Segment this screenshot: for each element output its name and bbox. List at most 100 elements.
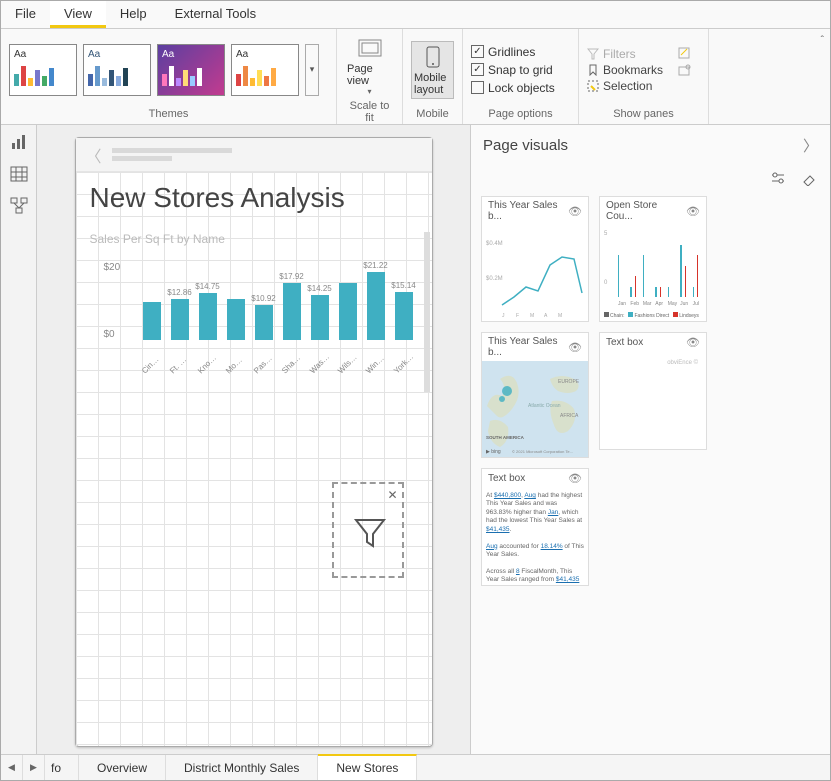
ribbon-group-show-panes-label: Show panes bbox=[587, 106, 700, 120]
tab-new-stores[interactable]: New Stores bbox=[318, 754, 417, 780]
gridlines-checkbox[interactable]: ✓Gridlines bbox=[471, 44, 535, 60]
theme-thumb-2[interactable]: Aa bbox=[83, 44, 151, 96]
y-axis-label-bottom: $0 bbox=[104, 329, 115, 340]
performance-icon[interactable] bbox=[677, 64, 691, 78]
svg-text:F: F bbox=[516, 313, 519, 319]
theme-thumb-1[interactable]: Aa bbox=[9, 44, 77, 96]
svg-text:EUROPE: EUROPE bbox=[558, 379, 580, 385]
ribbon-group-mobile-label: Mobile bbox=[411, 106, 454, 120]
chart-subtitle: Sales Per Sq Ft by Name bbox=[90, 232, 418, 246]
visibility-icon[interactable]: 👁 bbox=[568, 205, 582, 218]
filter-visual-placeholder[interactable]: ✕ bbox=[332, 482, 404, 578]
menu-file[interactable]: File bbox=[1, 1, 50, 28]
tab-partial[interactable]: fo bbox=[45, 755, 79, 780]
ribbon-group-scale-label: Scale to fit bbox=[345, 98, 394, 124]
visibility-icon[interactable]: 👁 bbox=[686, 205, 700, 218]
visibility-icon[interactable]: 👁 bbox=[686, 336, 700, 349]
bar-column: $17.92 bbox=[280, 272, 304, 340]
back-icon: 〈 bbox=[86, 143, 102, 167]
page-view-icon bbox=[357, 35, 383, 61]
svg-text:SOUTH AMERICA: SOUTH AMERICA bbox=[486, 435, 525, 440]
left-view-strip bbox=[1, 125, 37, 754]
svg-text:▶ bing: ▶ bing bbox=[486, 449, 501, 455]
visual-card-textbox-1[interactable]: Text box👁 obviEnce © bbox=[599, 332, 707, 450]
svg-text:J: J bbox=[502, 313, 505, 319]
page-view-button[interactable]: Page view ▾ bbox=[345, 33, 394, 98]
visual-card-this-year-sales-line[interactable]: This Year Sales b...👁 $0.4M $0.2M JFMAM bbox=[481, 196, 589, 322]
panel-title: Page visuals bbox=[483, 137, 568, 154]
theme-dropdown[interactable]: ▾ bbox=[305, 44, 319, 96]
main-area: 〈 New Stores Analysis Sales Per Sq Ft by… bbox=[1, 125, 830, 754]
visibility-icon[interactable]: 👁 bbox=[568, 472, 582, 485]
ribbon-collapse-icon[interactable]: ˆ bbox=[821, 35, 824, 46]
bar-column: $12.86 bbox=[168, 288, 192, 340]
report-view-icon[interactable] bbox=[10, 133, 28, 151]
bar-column bbox=[140, 300, 164, 340]
svg-text:M: M bbox=[558, 313, 562, 319]
bar-column bbox=[336, 281, 360, 340]
visual-card-map[interactable]: This Year Sales b...👁 EUROPE AFRICA SOUT… bbox=[481, 332, 589, 458]
check-icon: ✓ bbox=[471, 63, 484, 76]
svg-text:Atlantic Ocean: Atlantic Ocean bbox=[528, 403, 561, 409]
svg-text:© 2021 Microsoft Corporation T: © 2021 Microsoft Corporation Te... bbox=[512, 449, 573, 454]
tab-district-monthly-sales[interactable]: District Monthly Sales bbox=[166, 755, 318, 780]
bar-chart[interactable]: $20 $0 $12.86$14.75 $10.92$17.92$14.25 $21… bbox=[90, 252, 418, 372]
selection-pane-toggle[interactable]: Selection bbox=[587, 78, 663, 94]
sync-slicers-icon[interactable] bbox=[677, 46, 691, 60]
y-axis-label-top: $20 bbox=[104, 262, 121, 273]
bar-column: $14.25 bbox=[308, 284, 332, 340]
check-icon bbox=[471, 81, 484, 94]
tab-nav-prev[interactable]: ◀ bbox=[1, 755, 23, 780]
panel-collapse-icon[interactable]: 〉 bbox=[803, 135, 818, 156]
scrollbar[interactable] bbox=[424, 232, 430, 392]
theme-thumb-3[interactable]: Aa bbox=[157, 44, 225, 96]
snap-to-grid-checkbox[interactable]: ✓Snap to grid bbox=[471, 62, 553, 78]
visibility-icon[interactable]: 👁 bbox=[568, 341, 582, 354]
settings-icon[interactable] bbox=[770, 170, 786, 186]
ribbon-group-page-options-label: Page options bbox=[471, 106, 570, 120]
mobile-icon bbox=[420, 44, 446, 70]
bar-column: $14.75 bbox=[196, 282, 220, 340]
eraser-icon[interactable] bbox=[800, 170, 816, 186]
menu-bar: File View Help External Tools bbox=[1, 1, 830, 29]
theme-thumb-4[interactable]: Aa bbox=[231, 44, 299, 96]
mobile-layout-button[interactable]: Mobile layout bbox=[411, 41, 454, 99]
bookmark-icon bbox=[587, 64, 599, 76]
page-tabs: ◀ ▶ fo Overview District Monthly Sales N… bbox=[1, 754, 830, 780]
close-icon[interactable]: ✕ bbox=[387, 488, 397, 502]
mobile-canvas[interactable]: 〈 New Stores Analysis Sales Per Sq Ft by… bbox=[75, 137, 433, 747]
visual-card-open-store-count[interactable]: Open Store Cou...👁 5 0 JanFebMarAprMayJu… bbox=[599, 196, 707, 322]
bar-column bbox=[224, 297, 248, 340]
menu-help[interactable]: Help bbox=[106, 1, 161, 28]
svg-text:M: M bbox=[530, 313, 534, 319]
tab-overview[interactable]: Overview bbox=[79, 755, 166, 780]
svg-text:AFRICA: AFRICA bbox=[560, 413, 579, 419]
filter-icon bbox=[587, 48, 599, 60]
model-view-icon[interactable] bbox=[10, 197, 28, 215]
ribbon-group-themes-label: Themes bbox=[9, 106, 328, 120]
phone-header: 〈 bbox=[76, 138, 432, 172]
svg-text:A: A bbox=[544, 313, 548, 319]
menu-view[interactable]: View bbox=[50, 1, 106, 28]
phone-body[interactable]: New Stores Analysis Sales Per Sq Ft by N… bbox=[76, 172, 432, 746]
tab-nav-next[interactable]: ▶ bbox=[23, 755, 45, 780]
visual-card-textbox-2[interactable]: Text box👁 At $440,800, Aug had the highe… bbox=[481, 468, 589, 586]
page-title: New Stores Analysis bbox=[90, 182, 418, 214]
bar-column: $10.92 bbox=[252, 294, 276, 340]
chevron-down-icon: ▾ bbox=[367, 87, 371, 96]
check-icon: ✓ bbox=[471, 45, 484, 58]
selection-icon bbox=[587, 80, 599, 92]
bookmarks-pane-toggle[interactable]: Bookmarks bbox=[587, 62, 663, 78]
bar-column: $21.22 bbox=[364, 261, 388, 340]
canvas-area: 〈 New Stores Analysis Sales Per Sq Ft by… bbox=[37, 125, 470, 754]
svg-text:$0.2M: $0.2M bbox=[486, 276, 503, 282]
menu-external-tools[interactable]: External Tools bbox=[161, 1, 270, 28]
bar-column: $15.14 bbox=[392, 281, 416, 340]
lock-objects-checkbox[interactable]: Lock objects bbox=[471, 80, 555, 96]
page-visuals-panel: Page visuals 〉 This Year Sales b...👁 $0.… bbox=[470, 125, 830, 754]
data-view-icon[interactable] bbox=[10, 165, 28, 183]
ribbon: Aa Aa Aa Aa ▾ Themes bbox=[1, 29, 830, 125]
filter-icon bbox=[352, 514, 388, 550]
svg-text:$0.4M: $0.4M bbox=[486, 241, 503, 247]
filters-pane-toggle[interactable]: Filters bbox=[587, 46, 663, 62]
